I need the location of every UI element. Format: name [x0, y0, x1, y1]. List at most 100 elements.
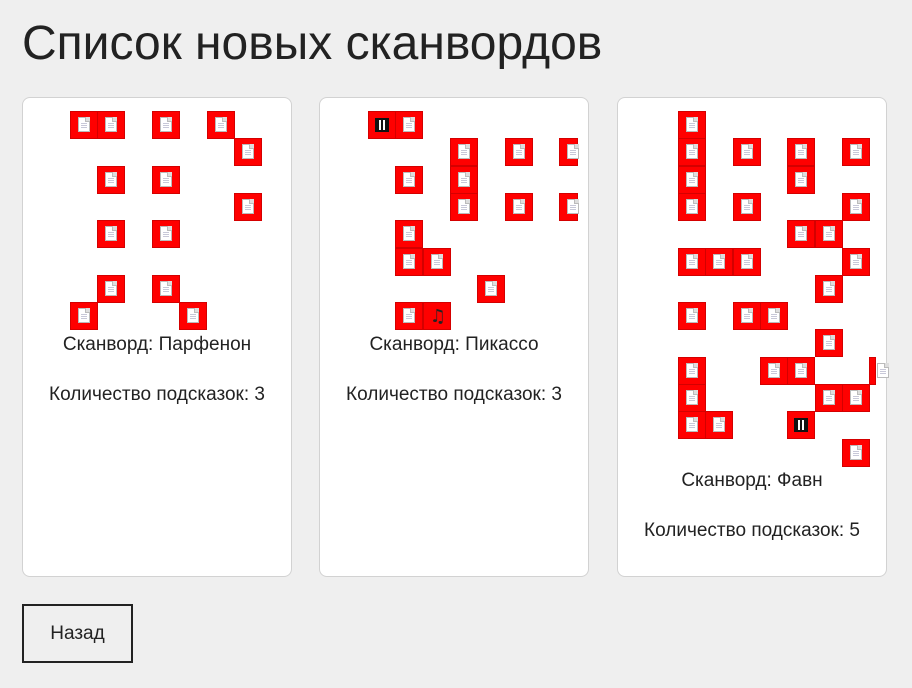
crossword-cell — [678, 193, 706, 221]
back-button[interactable]: Назад — [22, 604, 133, 663]
doc-icon — [513, 199, 525, 214]
crossword-cell — [207, 111, 235, 139]
crossword-cell — [395, 220, 423, 248]
crossword-card-faun[interactable]: Сканворд: Фавн Количество подсказок: 5 — [617, 97, 889, 577]
doc-icon — [686, 363, 698, 378]
crossword-cell — [559, 193, 579, 221]
crossword-cell — [395, 111, 423, 139]
crossword-cell — [787, 220, 815, 248]
crossword-cell — [678, 411, 706, 439]
doc-icon — [160, 117, 172, 132]
doc-icon — [850, 199, 862, 214]
crossword-name: Сканворд: Парфенон — [62, 334, 252, 355]
music-note-icon: ♫ — [429, 306, 447, 327]
crossword-cell — [760, 302, 788, 330]
doc-icon — [215, 117, 227, 132]
crossword-name: Сканворд: Пикассо — [369, 334, 539, 355]
doc-icon — [160, 226, 172, 241]
doc-icon — [187, 308, 199, 323]
doc-icon — [795, 363, 807, 378]
doc-icon — [567, 144, 579, 159]
crossword-cell — [815, 220, 843, 248]
crossword-cell — [152, 220, 180, 248]
doc-icon — [105, 281, 117, 296]
doc-icon — [768, 308, 780, 323]
crossword-cell — [678, 111, 706, 139]
doc-icon — [105, 172, 117, 187]
crossword-cell — [505, 193, 533, 221]
qr-icon — [375, 118, 389, 132]
doc-icon — [795, 144, 807, 159]
crossword-cell — [760, 357, 788, 385]
crossword-cell — [97, 166, 125, 194]
crossword-hints-count: Количество подсказок: 3 — [49, 384, 265, 405]
doc-icon — [105, 226, 117, 241]
doc-icon — [850, 445, 862, 460]
crossword-cell — [70, 302, 98, 330]
doc-icon — [877, 363, 889, 378]
doc-icon — [403, 308, 415, 323]
crossword-cell — [787, 357, 815, 385]
doc-icon — [823, 335, 835, 350]
doc-icon — [686, 417, 698, 432]
doc-icon — [823, 281, 835, 296]
doc-icon — [686, 117, 698, 132]
crossword-preview — [618, 98, 889, 576]
crossword-cell — [733, 248, 761, 276]
crossword-cell — [477, 275, 505, 303]
crossword-cell — [97, 111, 125, 139]
crossword-name: Сканворд: Фавн — [681, 470, 823, 491]
doc-icon — [78, 308, 90, 323]
crossword-cell — [678, 384, 706, 412]
doc-icon — [567, 199, 579, 214]
doc-icon — [741, 199, 753, 214]
crossword-cell — [450, 193, 478, 221]
doc-icon — [458, 172, 470, 187]
crossword-cell — [842, 248, 870, 276]
doc-icon — [485, 281, 497, 296]
doc-icon — [403, 117, 415, 132]
crossword-cell — [678, 302, 706, 330]
crossword-cell — [705, 411, 733, 439]
crossword-card-picasso[interactable]: ♫ Сканворд: Пикассо Количество подсказок… — [319, 97, 589, 577]
doc-icon — [768, 363, 780, 378]
doc-icon — [686, 254, 698, 269]
crossword-cell — [395, 302, 423, 330]
crossword-card-parthenon[interactable]: Сканворд: Парфенон Количество подсказок:… — [22, 97, 292, 577]
crossword-cell — [450, 138, 478, 166]
crossword-hints-count: Количество подсказок: 5 — [644, 520, 860, 541]
qr-icon — [794, 418, 808, 432]
crossword-cell: ♫ — [423, 302, 451, 330]
crossword-cell — [234, 193, 262, 221]
crossword-cell — [678, 138, 706, 166]
crossword-cell — [559, 138, 579, 166]
crossword-cell — [678, 166, 706, 194]
crossword-cell — [842, 384, 870, 412]
doc-icon — [686, 172, 698, 187]
crossword-cell — [152, 111, 180, 139]
crossword-cell — [733, 193, 761, 221]
doc-icon — [741, 144, 753, 159]
doc-icon — [850, 390, 862, 405]
doc-icon — [686, 199, 698, 214]
crossword-cell — [815, 329, 843, 357]
doc-icon — [823, 226, 835, 241]
doc-icon — [242, 199, 254, 214]
doc-icon — [458, 144, 470, 159]
crossword-cell — [450, 166, 478, 194]
crossword-cell — [678, 357, 706, 385]
page-title: Список новых сканвордов — [22, 17, 603, 70]
crossword-cell — [97, 275, 125, 303]
doc-icon — [686, 144, 698, 159]
crossword-cell — [787, 411, 815, 439]
crossword-cell — [787, 138, 815, 166]
crossword-cell — [152, 166, 180, 194]
crossword-cell — [815, 275, 843, 303]
doc-icon — [686, 390, 698, 405]
doc-icon — [431, 254, 443, 269]
crossword-cell — [787, 166, 815, 194]
doc-icon — [741, 254, 753, 269]
crossword-cell — [842, 193, 870, 221]
doc-icon — [823, 390, 835, 405]
doc-icon — [741, 308, 753, 323]
